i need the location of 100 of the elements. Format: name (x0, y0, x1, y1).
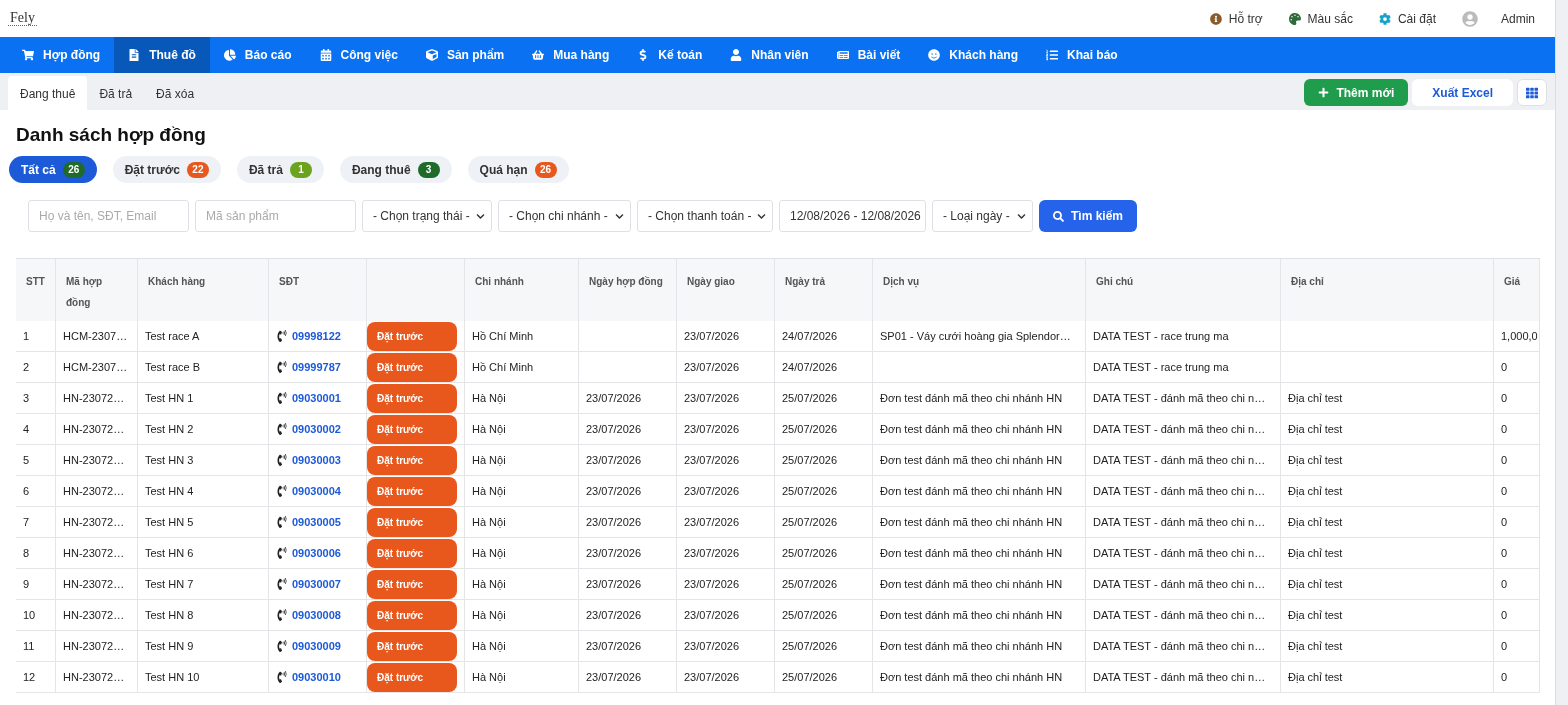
phone-link[interactable]: 09030009 (292, 640, 341, 652)
table-cell: Đơn test đánh mã theo chi nhánh HN (873, 414, 1086, 445)
table-cell: DATA TEST - đánh mã theo chi n… (1086, 445, 1281, 476)
phone-icon (276, 454, 288, 466)
status-badge: Đặt trước (367, 600, 457, 630)
table-cell: 23/07/2026 (579, 445, 677, 476)
nav-item[interactable]: Kế toán (623, 37, 717, 73)
table-cell: 23/07/2026 (677, 600, 775, 631)
table-cell: 0 (1494, 507, 1540, 538)
nav-item[interactable]: Công việc (305, 37, 412, 73)
table-cell: 1 (16, 321, 56, 352)
table-cell: 7 (16, 507, 56, 538)
tab[interactable]: Đã xóa (144, 76, 207, 110)
table-cell: 23/07/2026 (579, 476, 677, 507)
phone-icon (276, 671, 288, 683)
phone-link[interactable]: 09030008 (292, 609, 341, 621)
export-button[interactable]: Xuất Excel (1412, 79, 1513, 106)
table-cell: HN-23072… (56, 414, 138, 445)
add-button[interactable]: Thêm mới (1304, 79, 1409, 106)
box-icon (425, 49, 438, 61)
phone-icon (276, 485, 288, 497)
user-menu[interactable]: Admin (1462, 10, 1535, 27)
nav-item[interactable]: Hợp đồng (8, 37, 115, 73)
nav-item[interactable]: Thuê đồ (114, 37, 210, 73)
table-cell: 0 (1494, 476, 1540, 507)
phone-link[interactable]: 09030004 (292, 485, 341, 497)
product-code-field[interactable]: Mã sản phẩm (195, 200, 356, 232)
table-cell: SP01 - Váy cưới hoàng gia Splendor… (873, 321, 1086, 352)
phone-link[interactable]: 09030003 (292, 454, 341, 466)
table-cell: Địa chỉ test (1281, 631, 1494, 662)
phone-icon (276, 516, 288, 528)
table-cell: 6 (16, 476, 56, 507)
count-badge: 26 (62, 161, 85, 178)
cart-icon (22, 49, 34, 61)
status-badge: Đặt trước (367, 662, 457, 692)
table-cell: 23/07/2026 (579, 538, 677, 569)
date-type-dropdown[interactable]: - Loại ngày - (932, 200, 1033, 232)
phone-link[interactable]: 09030006 (292, 547, 341, 559)
select-dropdown[interactable]: - Chọn chi nhánh - (498, 200, 631, 232)
count-badge: 3 (417, 161, 440, 178)
table-cell: 25/07/2026 (775, 631, 873, 662)
nav-item[interactable]: Mua hàng (518, 37, 624, 73)
phone-link[interactable]: 09030001 (292, 392, 341, 404)
phone-icon (276, 330, 288, 342)
column-header: Dịch vụ (873, 259, 1086, 321)
nav-item[interactable]: Bài viết (822, 37, 915, 73)
table-cell: HN-23072… (56, 600, 138, 631)
table-cell: HN-23072… (56, 569, 138, 600)
table-cell: Địa chỉ test (1281, 600, 1494, 631)
table-cell: Đơn test đánh mã theo chi nhánh HN (873, 476, 1086, 507)
nav-item[interactable]: Sản phẩm (411, 37, 519, 73)
date-range-field[interactable]: 12/08/2026 - 12/08/2026 (779, 200, 926, 232)
phone-link[interactable]: 09030007 (292, 578, 341, 590)
search-button[interactable]: Tìm kiếm (1039, 200, 1138, 232)
table-cell: 0 (1494, 569, 1540, 600)
nav-item[interactable]: Khách hàng (914, 37, 1032, 73)
filter-chip[interactable]: Đang thuê 3 (339, 156, 452, 183)
filter-chip[interactable]: Đã trả 1 (236, 156, 324, 183)
filter-chip[interactable]: Quá hạn 26 (467, 156, 569, 183)
filter-chip[interactable]: Tất cả 26 (9, 156, 97, 183)
count-badge: 1 (289, 161, 312, 178)
table-cell: 0 (1494, 414, 1540, 445)
status-badge: Đặt trước (367, 445, 457, 475)
phone-link[interactable]: 09030005 (292, 516, 341, 528)
page-title: Danh sách hợp đồng (16, 124, 207, 146)
user-icon (730, 49, 743, 61)
phone-icon (276, 547, 288, 559)
table-cell: 25/07/2026 (775, 476, 873, 507)
table-cell: Địa chỉ test (1281, 414, 1494, 445)
table-cell: 23/07/2026 (677, 445, 775, 476)
table-cell: Test HN 1 (138, 383, 269, 414)
nav-item[interactable]: Nhân viên (716, 37, 823, 73)
phone-link[interactable]: 09999787 (292, 361, 341, 373)
table-cell: 23/07/2026 (677, 383, 775, 414)
table-cell: Hà Nội (465, 662, 579, 693)
doc-icon (128, 49, 141, 61)
status-badge: Đặt trước (367, 569, 457, 599)
filter-chip[interactable]: Đặt trước 22 (112, 156, 221, 183)
table-cell: 23/07/2026 (579, 600, 677, 631)
nav-item[interactable]: Báo cáo (209, 37, 306, 73)
table-cell: 24/07/2026 (775, 352, 873, 383)
select-dropdown[interactable]: - Chọn thanh toán - (637, 200, 773, 232)
select-dropdown[interactable]: - Chọn trạng thái - (362, 200, 492, 232)
phone-link[interactable]: 09030002 (292, 423, 341, 435)
grid-view-button[interactable] (1517, 79, 1547, 106)
tab[interactable]: Đang thuê (8, 76, 88, 110)
header-link[interactable]: Màu sắc (1288, 11, 1353, 26)
table-cell: Hà Nội (465, 476, 579, 507)
header-link[interactable]: Hỗ trợ (1209, 11, 1263, 26)
nav-item[interactable]: Khai báo (1032, 37, 1132, 73)
table-cell: HN-23072… (56, 445, 138, 476)
column-header: STT (16, 259, 56, 321)
tab[interactable]: Đã trả (87, 76, 145, 110)
table-cell: 2 (16, 352, 56, 383)
table-cell: Hà Nội (465, 414, 579, 445)
header-link[interactable]: Cài đặt (1378, 11, 1436, 26)
table-cell: HN-23072… (56, 507, 138, 538)
search-field[interactable]: Họ và tên, SĐT, Email (28, 200, 189, 232)
phone-link[interactable]: 09998122 (292, 330, 341, 342)
phone-link[interactable]: 09030010 (292, 671, 341, 683)
